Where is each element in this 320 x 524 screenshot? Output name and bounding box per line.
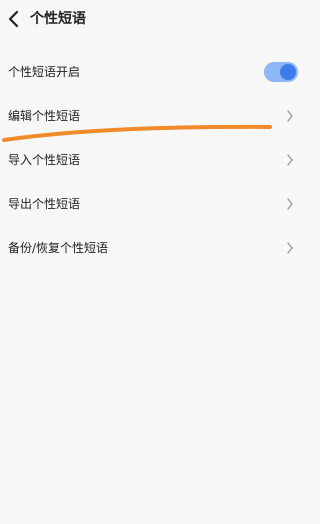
row-label: 备份/恢复个性短语	[8, 241, 109, 255]
chevron-right-icon	[287, 154, 293, 166]
toggle-row-enable-phrases[interactable]: 个性短语开启	[0, 52, 300, 92]
phrase-settings-screen: 个性短语 个性短语开启 编辑个性短语 导入个性短语 导出个性短语 备份/恢复个性…	[0, 0, 300, 524]
settings-item-import-phrases[interactable]: 导入个性短语	[0, 140, 300, 180]
page-title: 个性短语	[30, 11, 86, 27]
row-label: 个性短语开启	[8, 65, 81, 79]
chevron-right-icon	[287, 198, 293, 210]
settings-item-export-phrases[interactable]: 导出个性短语	[0, 184, 300, 224]
settings-item-backup-restore-phrases[interactable]: 备份/恢复个性短语	[0, 228, 300, 268]
settings-item-edit-phrases[interactable]: 编辑个性短语	[0, 96, 300, 136]
back-arrow-icon[interactable]	[6, 10, 22, 28]
chevron-right-icon	[287, 110, 293, 122]
header-bar: 个性短语	[0, 0, 300, 40]
chevron-right-icon	[287, 242, 293, 254]
enable-phrases-toggle[interactable]	[264, 62, 298, 82]
row-label: 导出个性短语	[8, 197, 81, 211]
row-label: 编辑个性短语	[8, 109, 81, 123]
row-label: 导入个性短语	[8, 153, 81, 167]
toggle-knob	[280, 64, 296, 80]
